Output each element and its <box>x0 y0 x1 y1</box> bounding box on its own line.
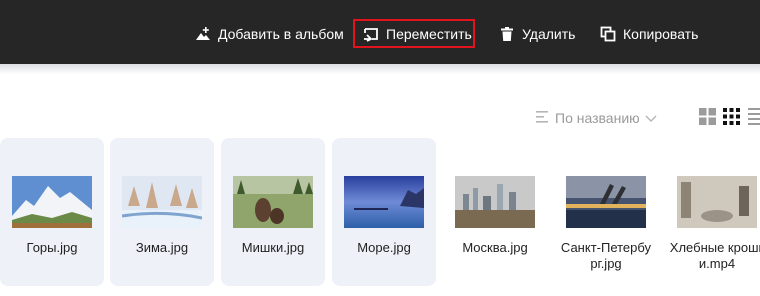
file-tile[interactable]: Горы.jpg <box>0 138 104 286</box>
copy-label: Копировать <box>623 26 699 42</box>
add-photo-icon <box>195 26 211 42</box>
file-thumbnail <box>455 176 535 228</box>
file-tile[interactable]: Москва.jpg <box>443 138 547 286</box>
move-label: Переместить <box>386 25 472 42</box>
list-icon[interactable] <box>748 108 760 125</box>
delete-button[interactable]: Удалить <box>499 22 575 46</box>
file-tile[interactable]: Море.jpg <box>332 138 436 286</box>
large-tiles-icon[interactable] <box>699 108 716 125</box>
chevron-down-icon <box>645 110 657 126</box>
file-name: Море.jpg <box>357 240 411 255</box>
move-button[interactable]: Переместить <box>353 19 475 48</box>
move-icon <box>363 26 379 42</box>
file-thumbnail <box>677 176 757 228</box>
copy-button[interactable]: Копировать <box>600 22 698 46</box>
file-thumbnail <box>122 176 202 228</box>
toolbar-shadow <box>0 64 760 74</box>
file-tile[interactable]: Санкт-Петербург.jpg <box>554 138 658 286</box>
trash-icon <box>499 26 515 42</box>
delete-label: Удалить <box>522 26 576 42</box>
file-thumbnail <box>12 176 92 228</box>
file-thumbnail <box>233 176 313 228</box>
file-thumbnail <box>566 176 646 228</box>
add-to-album-button[interactable]: Добавить в альбом <box>195 22 344 46</box>
file-thumbnail <box>344 176 424 228</box>
action-toolbar: Добавить в альбом Переместить Удалить Ко… <box>0 0 760 64</box>
sort-lines-icon <box>536 110 550 126</box>
file-name: Горы.jpg <box>26 240 78 255</box>
copy-icon <box>600 26 616 42</box>
file-name: Москва.jpg <box>462 240 528 255</box>
file-tile[interactable]: Мишки.jpg <box>221 138 325 286</box>
file-tile[interactable]: Зима.jpg <box>110 138 214 286</box>
small-tiles-icon[interactable] <box>723 108 740 125</box>
file-name: Зима.jpg <box>135 240 189 255</box>
file-name: Хлебные крошки.mp4 <box>669 240 760 271</box>
file-tile[interactable]: Хлебные крошки.mp4 <box>665 138 760 286</box>
sort-label: По названию <box>555 110 640 126</box>
file-name: Мишки.jpg <box>241 240 305 255</box>
file-name: Санкт-Петербург.jpg <box>560 240 652 271</box>
add-to-album-label: Добавить в альбом <box>218 26 344 42</box>
sort-dropdown[interactable]: По названию <box>536 108 657 128</box>
